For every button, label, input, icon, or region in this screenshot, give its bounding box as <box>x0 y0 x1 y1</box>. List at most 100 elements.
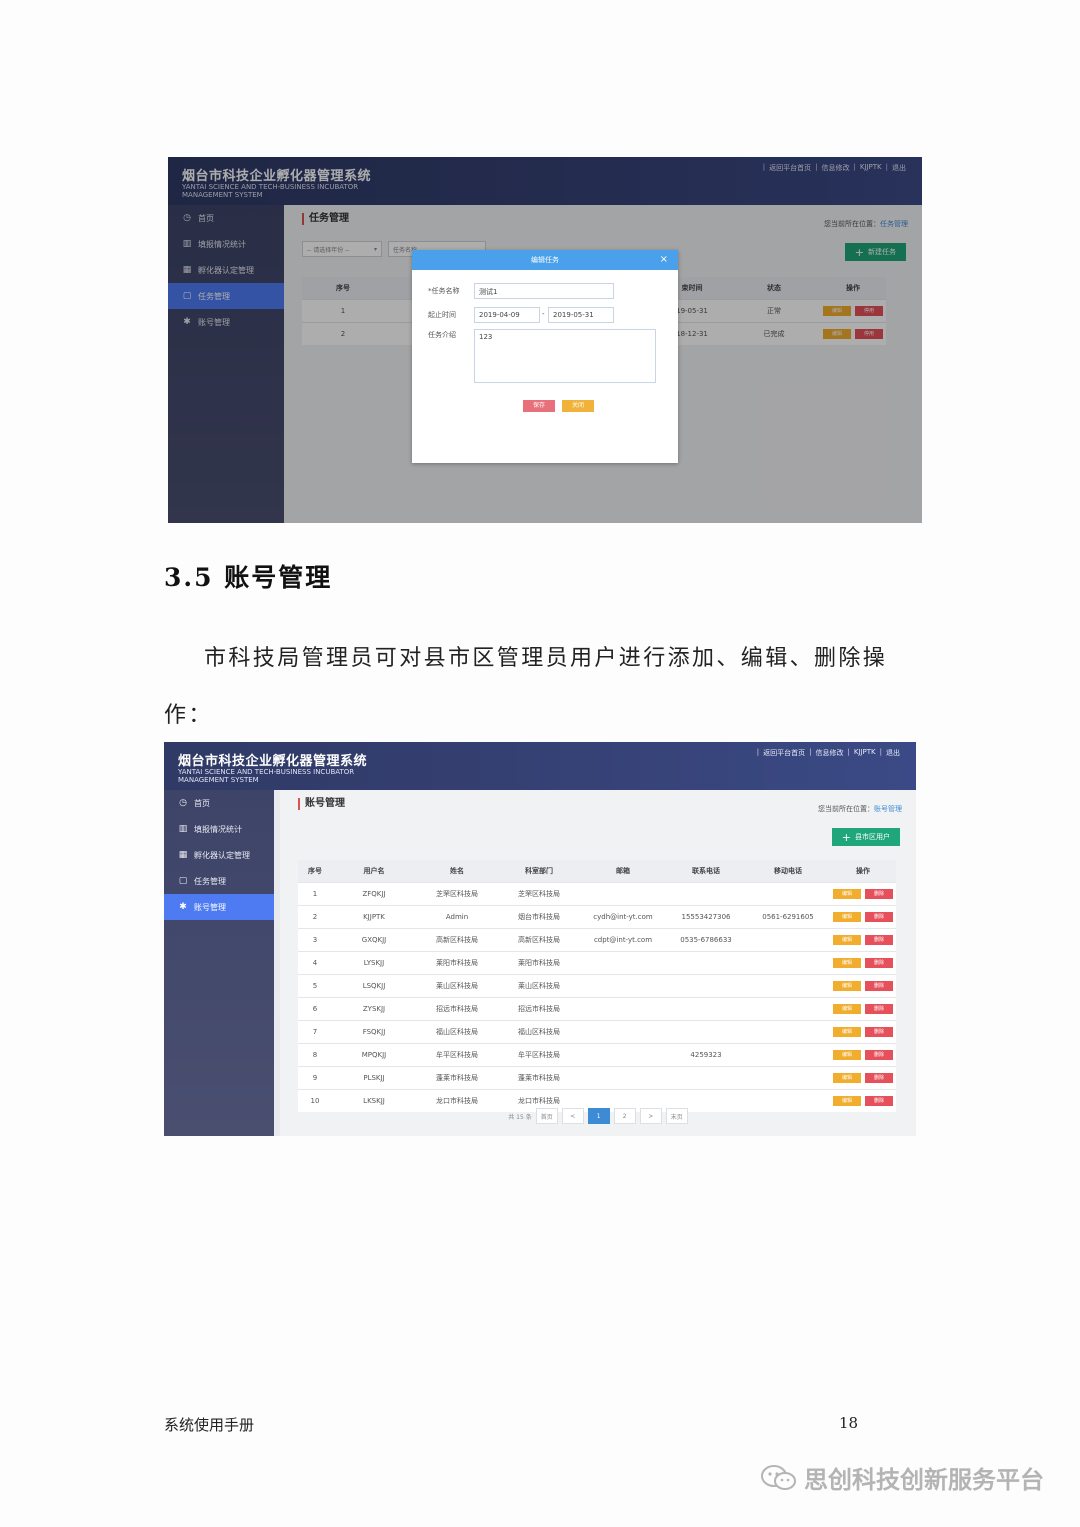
table-row: 1 ZFQKJJ 芝罘区科技局 芝罘区科技局 编辑 删除 <box>298 882 896 906</box>
table-cell: 0535-6786633 <box>666 928 746 952</box>
grid-icon: ▦ <box>178 850 188 860</box>
row-actions: 编辑 删除 <box>830 1020 896 1044</box>
delete-button[interactable]: 删除 <box>865 1073 893 1083</box>
row-actions: 编辑 删除 <box>830 974 896 998</box>
edit-button[interactable]: 编辑 <box>833 1096 861 1106</box>
table-cell <box>580 997 666 1021</box>
sidebar-item-stats[interactable]: ▥ 填报情况统计 <box>164 816 274 842</box>
table-cell: 4259323 <box>666 1043 746 1067</box>
watermark-text: 思创科技创新服务平台 <box>804 1466 1044 1494</box>
section-paragraph: 市科技局管理员可对县市区管理员用户进行添加、编辑、删除操作： <box>164 646 888 728</box>
table-row: 3 GXQKJJ 高新区科技局 高新区科技局 cdpt@int-yt.com 0535-6… <box>298 928 896 952</box>
page-1-button[interactable]: 1 <box>587 1108 610 1124</box>
page-2-button[interactable]: 2 <box>613 1108 636 1124</box>
table-cell: 0561-6291605 <box>746 905 830 929</box>
screenshot-task-management: 烟台市科技企业孵化器管理系统 YANTAI SCIENCE AND TECH-B… <box>168 157 922 523</box>
column-header: 移动电话 <box>746 860 830 883</box>
table-cell <box>666 882 746 906</box>
user-link[interactable]: KJJPTK <box>854 748 876 758</box>
chat-icon: ▢ <box>178 876 188 886</box>
table-cell: 莱山区科技局 <box>416 974 498 998</box>
pagination: 共 15 条 首页 < 1 2 > 末页 <box>280 1108 916 1124</box>
task-name-field[interactable]: 测试1 <box>474 283 614 299</box>
table-cell: FSQKJJ <box>332 1020 416 1044</box>
table-cell: 蓬莱市科技局 <box>498 1066 580 1090</box>
edit-button[interactable]: 编辑 <box>833 1004 861 1014</box>
table-cell: 芝罘区科技局 <box>416 882 498 906</box>
edit-info-link[interactable]: 信息修改 <box>815 748 843 758</box>
table-cell: 1 <box>298 882 332 906</box>
delete-button[interactable]: 删除 <box>865 912 893 922</box>
back-home-link[interactable]: 返回平台首页 <box>763 748 805 758</box>
table-cell: 6 <box>298 997 332 1021</box>
app-header: 烟台市科技企业孵化器管理系统 YANTAI SCIENCE AND TECH-B… <box>164 742 916 790</box>
delete-button[interactable]: 删除 <box>865 1004 893 1014</box>
logout-link[interactable]: 退出 <box>886 748 900 758</box>
table-cell <box>580 1066 666 1090</box>
column-header: 姓名 <box>416 860 498 883</box>
table-cell: 高新区科技局 <box>416 928 498 952</box>
delete-button[interactable]: 删除 <box>865 1050 893 1060</box>
table-cell <box>666 974 746 998</box>
table-cell: 牟平区科技局 <box>498 1043 580 1067</box>
sidebar-item-accounts[interactable]: ✱ 账号管理 <box>164 894 274 920</box>
table-cell: 芝罘区科技局 <box>498 882 580 906</box>
table-cell: 福山区科技局 <box>416 1020 498 1044</box>
app-title: 烟台市科技企业孵化器管理系统 <box>178 754 368 769</box>
main-content: 账号管理 您当前所在位置：账号管理 + 县市区用户 序号 用户名 姓名 科室部门 邮箱 联系… <box>280 790 916 1136</box>
add-county-user-button[interactable]: + 县市区用户 <box>831 828 900 846</box>
column-header: 操作 <box>830 860 896 883</box>
row-actions: 编辑 删除 <box>830 928 896 952</box>
edit-button[interactable]: 编辑 <box>833 981 861 991</box>
wechat-icon <box>761 1464 796 1490</box>
table-cell: GXQKJJ <box>332 928 416 952</box>
edit-button[interactable]: 编辑 <box>833 1073 861 1083</box>
prev-page-button[interactable]: < <box>561 1108 584 1124</box>
first-page-button[interactable]: 首页 <box>535 1108 558 1124</box>
table-cell <box>580 951 666 975</box>
intro-textarea[interactable]: 123 <box>474 329 656 383</box>
row-actions: 编辑 删除 <box>830 997 896 1021</box>
edit-button[interactable]: 编辑 <box>833 889 861 899</box>
table-cell: KJJPTK <box>332 905 416 929</box>
table-cell <box>746 997 830 1021</box>
column-header: 科室部门 <box>498 860 580 883</box>
row-actions: 编辑 删除 <box>830 882 896 906</box>
start-date-field[interactable]: 2019-04-09 <box>474 307 540 323</box>
end-date-field[interactable]: 2019-05-31 <box>548 307 614 323</box>
sidebar-item-tasks[interactable]: ▢ 任务管理 <box>164 868 274 894</box>
table-row: 6 ZYSKJJ 招远市科技局 招远市科技局 编辑 删除 <box>298 997 896 1021</box>
close-button[interactable]: 关闭 <box>562 400 594 412</box>
edit-button[interactable]: 编辑 <box>833 1050 861 1060</box>
sidebar-item-incubator[interactable]: ▦ 孵化器认定管理 <box>164 842 274 868</box>
intro-label: 任务介绍 <box>428 331 456 339</box>
edit-task-modal: 编辑任务 × *任务名称 测试1 起止时间 2019-04-09 - 2019-… <box>412 250 678 463</box>
delete-button[interactable]: 删除 <box>865 1027 893 1037</box>
footer-manual-title: 系统使用手册 <box>164 1416 255 1434</box>
sidebar-item-home[interactable]: ◷ 首页 <box>164 790 274 816</box>
table-cell <box>746 1066 830 1090</box>
delete-button[interactable]: 删除 <box>865 981 893 991</box>
edit-button[interactable]: 编辑 <box>833 1027 861 1037</box>
edit-button[interactable]: 编辑 <box>833 958 861 968</box>
next-page-button[interactable]: > <box>639 1108 662 1124</box>
delete-button[interactable]: 删除 <box>865 1096 893 1106</box>
close-icon[interactable]: × <box>660 254 668 265</box>
edit-button[interactable]: 编辑 <box>833 912 861 922</box>
delete-button[interactable]: 删除 <box>865 958 893 968</box>
plus-icon: + <box>841 830 851 844</box>
edit-button[interactable]: 编辑 <box>833 935 861 945</box>
column-header: 序号 <box>298 860 332 883</box>
task-name-label: *任务名称 <box>428 287 460 295</box>
table-row: 2 KJJPTK Admin 烟台市科技局 cydh@int-yt.com 1555342… <box>298 905 896 929</box>
table-cell <box>746 951 830 975</box>
table-cell: 莱山区科技局 <box>498 974 580 998</box>
row-actions: 编辑 删除 <box>830 951 896 975</box>
watermark: 思创科技创新服务平台 <box>760 1460 1044 1495</box>
delete-button[interactable]: 删除 <box>865 935 893 945</box>
last-page-button[interactable]: 末页 <box>665 1108 688 1124</box>
delete-button[interactable]: 删除 <box>865 889 893 899</box>
save-button[interactable]: 保存 <box>523 400 555 412</box>
table-cell: 7 <box>298 1020 332 1044</box>
table-cell: 招远市科技局 <box>416 997 498 1021</box>
